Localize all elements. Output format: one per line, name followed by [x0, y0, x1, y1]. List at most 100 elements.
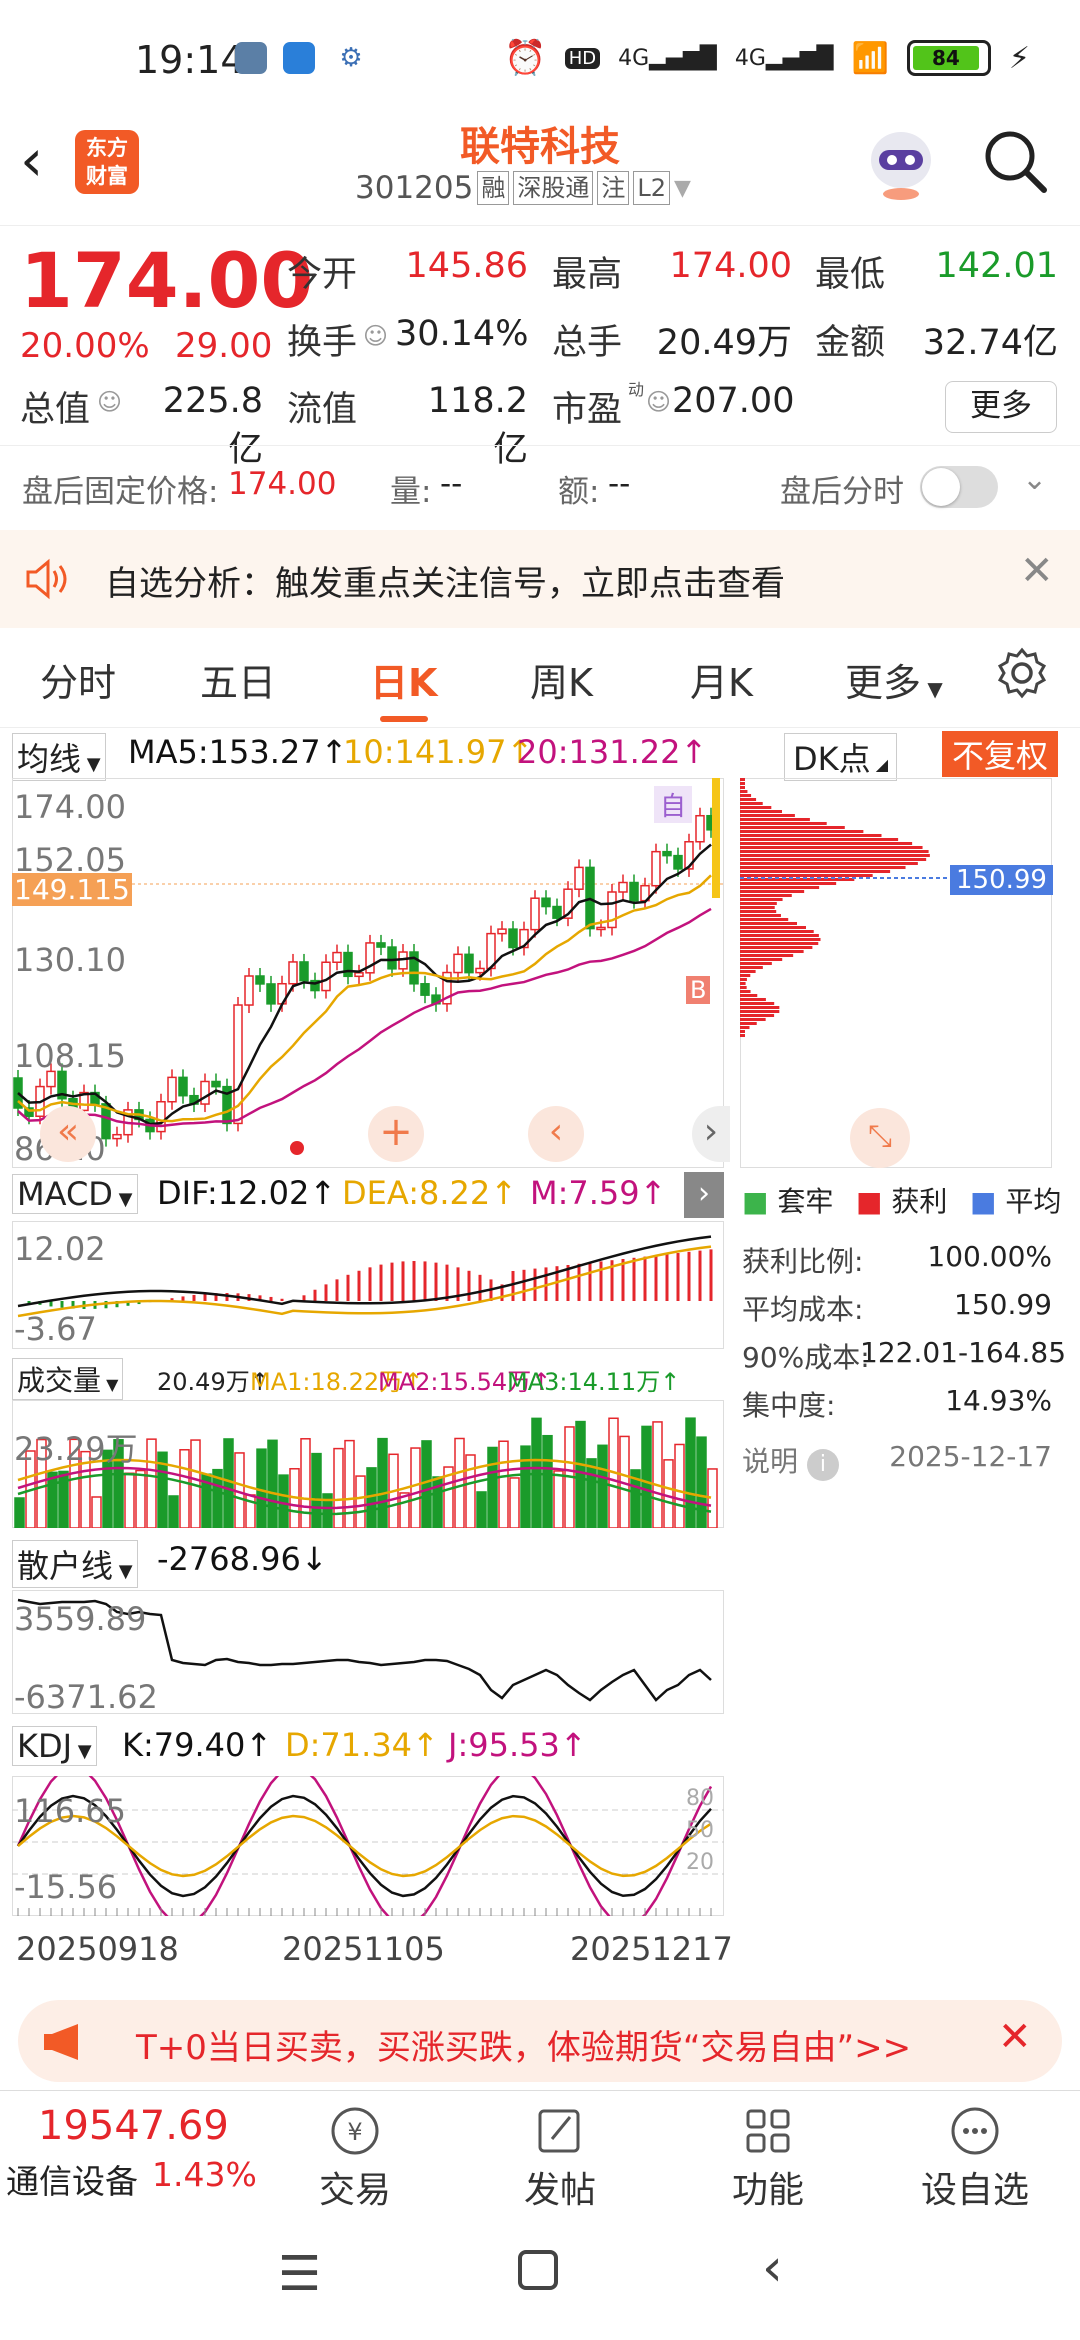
retail-selector[interactable]: 散户线 ▼ — [12, 1540, 138, 1588]
kdj-level-50: 50 — [686, 1818, 714, 1843]
turnover-value: 30.14% — [395, 314, 529, 354]
robot-assistant-icon[interactable] — [865, 122, 937, 202]
macd-dea: DEA:8.22↑ — [342, 1174, 518, 1212]
explain-link[interactable]: 说明 i — [742, 1440, 839, 1481]
promo-banner[interactable]: T+0当日买卖，买涨买跌，体验期货“交易自由”>> ✕ — [18, 2000, 1062, 2082]
after-hours-amt: -- — [608, 466, 631, 502]
info-icon[interactable]: ☺ — [363, 322, 388, 350]
dk-selector[interactable]: DK点 ◢ — [784, 733, 898, 781]
macd-y-bottom: -3.67 — [14, 1310, 97, 1348]
stock-code: 301205 — [355, 170, 474, 206]
back-nav-icon[interactable]: ‹ — [762, 2238, 783, 2298]
ma10-value: 10:141.97↑ — [343, 733, 534, 771]
kdj-k: K:79.40↑ — [122, 1726, 273, 1764]
nav-add-watchlist[interactable]: 设自选 — [920, 2101, 1030, 2213]
tab-daily-k[interactable]: 日K — [370, 652, 437, 707]
chart-area: 均线 ▼ MA5:153.27↑ 10:141.97↑ 20:131.22↑ D… — [0, 728, 1080, 1988]
notice-text: 自选分析：触发重点关注信号，立即点击查看 — [105, 564, 785, 604]
expand-icon[interactable]: ⤡ — [850, 1108, 910, 1168]
concentration-value: 14.93% — [945, 1384, 1052, 1417]
chevron-down-icon[interactable]: ▼ — [674, 176, 691, 201]
tag-level2[interactable]: L2 — [633, 171, 670, 205]
kdj-d: D:71.34↑ — [285, 1726, 439, 1764]
hd-icon: HD — [564, 47, 601, 69]
kdj-selector[interactable]: KDJ ▼ — [12, 1726, 97, 1766]
macd-selector[interactable]: MACD ▼ — [12, 1174, 138, 1214]
date-label-mid: 20251105 — [282, 1930, 445, 1968]
close-icon[interactable]: ✕ — [1020, 548, 1054, 594]
volume-label: 总手 — [552, 323, 623, 363]
chevron-down-icon[interactable]: ⌄ — [1022, 462, 1047, 497]
ma-selector[interactable]: 均线 ▼ — [12, 733, 106, 781]
sector-change: 1.43% — [152, 2155, 257, 2194]
svg-text:¥: ¥ — [347, 2118, 362, 2146]
tag-margin: 融 — [477, 171, 510, 205]
tab-monthly-k[interactable]: 月K — [690, 652, 753, 707]
amount-label: 金额 — [815, 323, 886, 363]
after-hours-toggle[interactable] — [920, 466, 998, 508]
buy-mark: B — [686, 976, 711, 1004]
profit-ratio-value: 100.00% — [927, 1240, 1052, 1273]
stock-header: ‹ 东方 财富 联特科技 301205 融 深股通 注 L2 ▼ — [0, 110, 1080, 225]
cost-90-value: 122.01-164.85 — [860, 1336, 1067, 1369]
tab-weekly-k[interactable]: 周K — [530, 652, 593, 707]
concentration-label: 集中度: — [742, 1389, 836, 1422]
active-tab-indicator — [380, 716, 428, 722]
low-label: 最低 — [815, 255, 886, 295]
notice-bar[interactable]: 自选分析：触发重点关注信号，立即点击查看 ✕ — [0, 530, 1080, 628]
index-value[interactable]: 19547.69 — [38, 2103, 229, 2149]
close-icon[interactable]: ✕ — [998, 2014, 1032, 2060]
promo-text: T+0当日买卖，买涨买跌，体验期货“交易自由”>> — [136, 2028, 912, 2068]
retail-y-top: 3559.89 — [14, 1600, 147, 1638]
home-icon[interactable] — [518, 2250, 558, 2290]
tab-intraday[interactable]: 分时 — [40, 652, 116, 707]
search-icon[interactable] — [980, 126, 1050, 196]
kline-y-label-3: 130.10 — [14, 941, 126, 979]
volume-selector[interactable]: 成交量 ▼ — [12, 1358, 124, 1400]
high-value: 174.00 — [669, 246, 792, 286]
info-icon[interactable]: ☺ — [97, 388, 122, 416]
speaker-icon — [26, 558, 67, 600]
chip-distribution-chart[interactable] — [740, 778, 1052, 1168]
stock-code-row: 301205 融 深股通 注 L2 ▼ — [355, 170, 691, 206]
volume-value: 20.49万 — [656, 323, 792, 363]
more-dots-icon — [951, 2107, 999, 2155]
date-label-start: 20250918 — [16, 1930, 179, 1968]
adjust-button[interactable]: 不复权 — [942, 731, 1059, 777]
gear-icon[interactable] — [995, 646, 1049, 700]
cursor-price-label: 149.115 — [12, 873, 132, 906]
kdj-y-bottom: -15.56 — [14, 1868, 118, 1906]
status-right: ⏰ HD 4G▂▄▆█ 4G▂▄▆█ 📶 84 ⚡ — [504, 38, 1030, 78]
volume-y-top: 23.29万 — [14, 1430, 138, 1468]
megaphone-icon — [44, 2024, 78, 2060]
nav-trade[interactable]: ¥ 交易 — [300, 2101, 410, 2213]
tab-more[interactable]: 更多 ▼ — [845, 652, 943, 707]
rewind-button[interactable]: « — [40, 1106, 96, 1162]
zoom-in-button[interactable]: + — [368, 1106, 424, 1162]
yen-icon: ¥ — [331, 2107, 379, 2155]
nav-post[interactable]: 发帖 — [505, 2101, 615, 2213]
after-hours-row: 盘后固定价格: 174.00 量: -- 额: -- 盘后分时 ⌄ — [0, 445, 1080, 530]
profit-ratio-label: 获利比例: — [742, 1245, 864, 1278]
macd-chart[interactable] — [12, 1221, 724, 1349]
kdj-y-top: 116.65 — [14, 1792, 126, 1830]
more-button[interactable]: 更多 — [945, 381, 1057, 433]
signal-4g-2-icon: 4G▂▄▆█ — [734, 45, 834, 71]
nav-functions[interactable]: 功能 — [713, 2101, 823, 2213]
macd-y-top: 12.02 — [14, 1230, 106, 1268]
sector-name[interactable]: 通信设备 — [6, 2155, 138, 2203]
tab-five-day[interactable]: 五日 — [200, 652, 276, 707]
status-time: 19:14 — [135, 38, 245, 82]
prev-button[interactable]: ‹ — [528, 1106, 584, 1162]
retail-y-bottom: -6371.62 — [14, 1678, 158, 1716]
ma5-value: MA5:153.27↑ — [128, 733, 348, 771]
legend-trapped: ■ 套牢 — [742, 1185, 834, 1218]
menu-icon[interactable]: ☰ — [278, 2246, 321, 2302]
kdj-level-20: 20 — [686, 1850, 714, 1875]
open-value: 145.86 — [405, 246, 528, 286]
bottom-bar: 19547.69 通信设备 1.43% ¥ 交易 发帖 功能 设自选 — [0, 2090, 1080, 2213]
legend-profit: ■ 获利 — [856, 1185, 948, 1218]
collapse-right-button[interactable]: › — [684, 1172, 724, 1218]
gear-notification-icon: ⚙ — [335, 42, 367, 74]
info-icon[interactable]: ☺ — [646, 388, 671, 416]
